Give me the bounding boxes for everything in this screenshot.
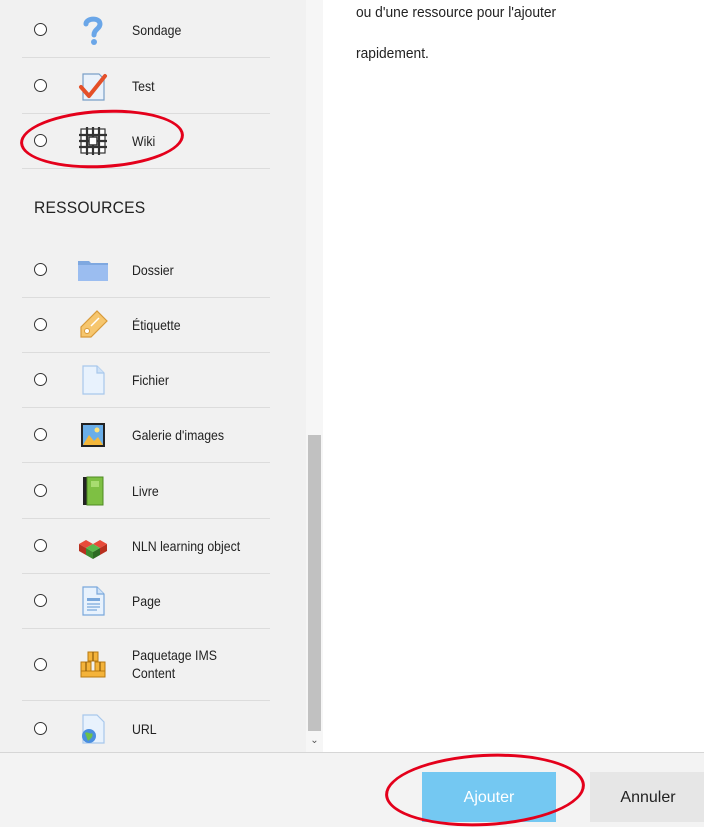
scrollbar-thumb[interactable] [308, 435, 321, 731]
radio-url[interactable] [34, 722, 47, 735]
option-nln[interactable]: NLN learning object [22, 518, 270, 574]
help-text-line: ou d'une ressource pour l'ajouter [356, 4, 557, 21]
radio-page[interactable] [34, 594, 47, 607]
image-gallery-icon [77, 419, 109, 451]
option-dossier[interactable]: Dossier [22, 242, 270, 298]
option-label: Test [132, 77, 155, 94]
option-wiki[interactable]: Wiki [22, 113, 270, 169]
help-text: ou d'une ressource pour l'ajouter rapide… [356, 0, 669, 74]
cubes-icon [77, 530, 109, 562]
option-ims[interactable]: Paquetage IMS Content [22, 628, 270, 701]
question-mark-icon [77, 14, 109, 46]
option-galerie[interactable]: Galerie d'images [22, 407, 270, 463]
option-livre[interactable]: Livre [22, 463, 270, 519]
add-button[interactable]: Ajouter [422, 772, 556, 822]
book-icon [77, 475, 109, 507]
option-label: Wiki [132, 132, 156, 149]
option-label: NLN learning object [132, 537, 241, 554]
option-fichier[interactable]: Fichier [22, 352, 270, 408]
file-icon [77, 364, 109, 396]
cancel-button[interactable]: Annuler [590, 772, 704, 822]
help-text-line: rapidement. [356, 45, 429, 62]
option-test[interactable]: Test [22, 58, 270, 114]
radio-wiki[interactable] [34, 134, 47, 147]
module-chooser-list: Sondage Test Wiki RESSOURCES Dossier Éti… [0, 0, 306, 752]
checkmark-test-icon [77, 70, 109, 102]
option-label: Sondage [132, 21, 182, 38]
radio-nln[interactable] [34, 539, 47, 552]
option-label: Page [132, 592, 161, 609]
package-boxes-icon [77, 648, 109, 680]
option-label: Galerie d'images [132, 426, 225, 443]
radio-livre[interactable] [34, 484, 47, 497]
label-tag-icon [77, 309, 109, 341]
folder-icon [77, 254, 109, 286]
option-url[interactable]: URL [22, 701, 270, 752]
option-label: Étiquette [132, 316, 181, 333]
radio-etiquette[interactable] [34, 318, 47, 331]
option-label: Dossier [132, 261, 174, 278]
option-label: URL [132, 720, 157, 737]
chevron-down-icon[interactable]: ⌄ [310, 736, 319, 746]
option-sondage[interactable]: Sondage [22, 2, 270, 58]
radio-ims[interactable] [34, 657, 47, 671]
option-etiquette[interactable]: Étiquette [22, 297, 270, 353]
radio-galerie[interactable] [34, 428, 47, 441]
page-icon [77, 585, 109, 617]
option-page[interactable]: Page [22, 573, 270, 629]
radio-sondage[interactable] [34, 23, 47, 36]
list-scrollbar[interactable]: ⌄ [306, 0, 323, 752]
option-label: Fichier [132, 371, 169, 388]
wiki-icon [77, 125, 109, 157]
option-label: Paquetage IMS Content [132, 647, 217, 681]
radio-fichier[interactable] [34, 373, 47, 386]
option-label: Livre [132, 482, 159, 499]
radio-test[interactable] [34, 79, 47, 92]
radio-dossier[interactable] [34, 263, 47, 276]
resources-heading: RESSOURCES [34, 198, 146, 217]
url-globe-icon [77, 713, 109, 745]
